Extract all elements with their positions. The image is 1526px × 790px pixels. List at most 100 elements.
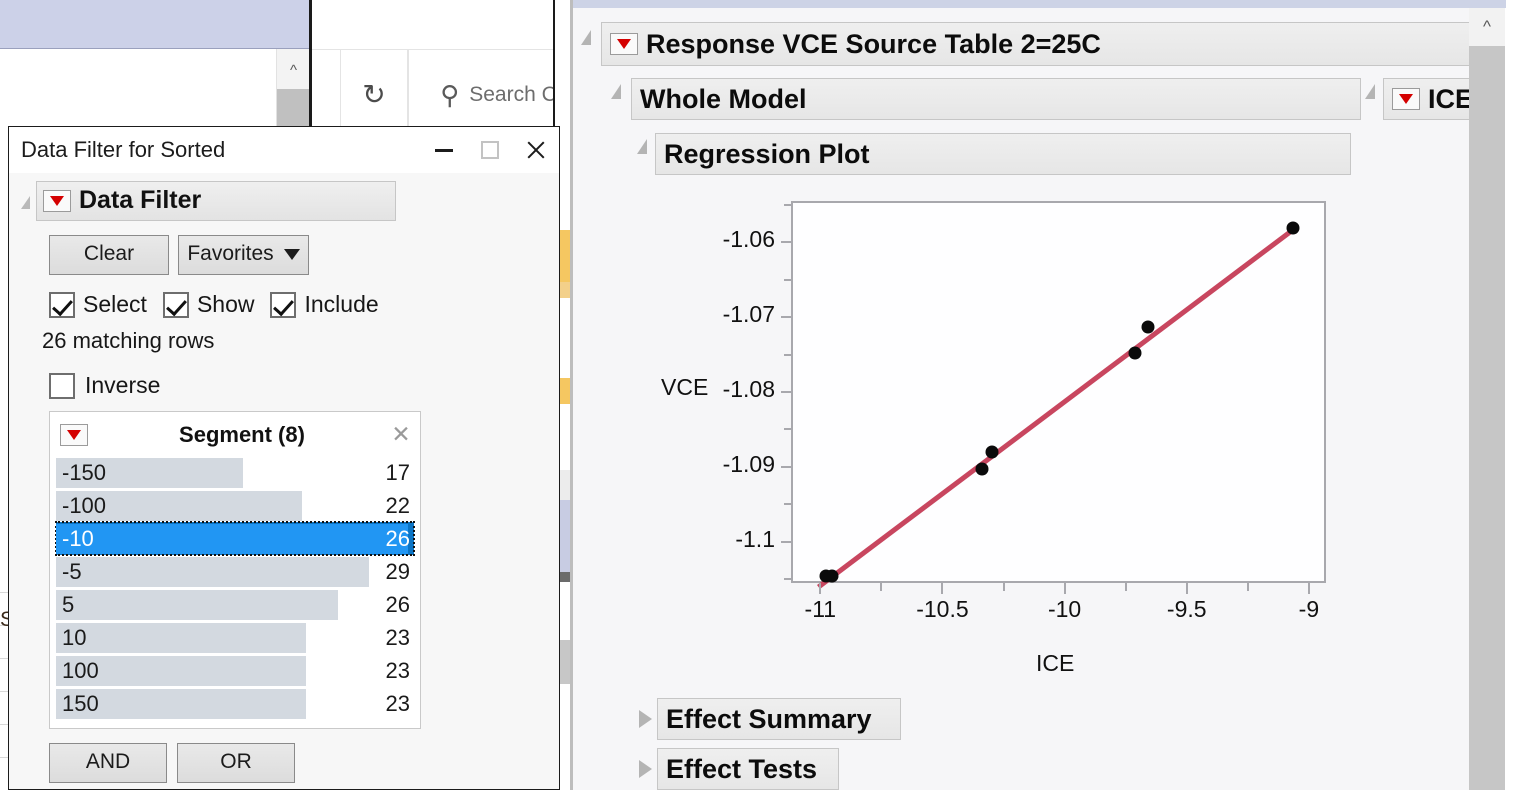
regression-fit-line <box>817 225 1298 589</box>
dialog-body: Data Filter Clear Favorites Select Show … <box>9 181 559 783</box>
data-filter-dialog: Data Filter for Sorted Data Filter <box>8 126 560 790</box>
disclosure-closed-icon[interactable] <box>639 760 652 778</box>
y-axis-minor-tick <box>784 204 791 206</box>
select-label: Select <box>83 291 147 318</box>
response-title: Response VCE Source Table 2=25C <box>646 29 1101 60</box>
regression-plot-label: Regression Plot <box>664 139 870 170</box>
segment-bar <box>56 524 408 554</box>
clear-button[interactable]: Clear <box>49 235 169 275</box>
x-axis-minor-tick <box>880 583 882 591</box>
y-axis-tick-label: -1.09 <box>723 451 775 478</box>
favorites-label: Favorites <box>187 242 273 266</box>
maximize-button[interactable] <box>467 127 513 173</box>
dialog-titlebar[interactable]: Data Filter for Sorted <box>9 127 559 173</box>
segment-list-item[interactable]: -150 17 <box>56 456 414 489</box>
and-button[interactable]: AND <box>49 743 167 783</box>
include-checkbox[interactable] <box>270 292 296 318</box>
segment-count: 26 <box>386 592 410 618</box>
inverse-checkbox[interactable] <box>49 373 75 399</box>
background-left-pane <box>0 49 276 129</box>
segment-count: 17 <box>386 460 410 486</box>
disclosure-open-icon[interactable] <box>21 196 30 209</box>
segment-value-list: -15017-10022-1026-52952610231002315023 <box>56 456 414 720</box>
data-point[interactable] <box>986 445 999 458</box>
x-axis-tick-label: -9.5 <box>1167 596 1207 623</box>
segment-value-label: -5 <box>56 559 82 585</box>
segment-count: 23 <box>386 658 410 684</box>
y-axis-tick-label: -1.07 <box>723 301 775 328</box>
y-axis-minor-tick <box>784 428 791 430</box>
show-checkbox[interactable] <box>163 292 189 318</box>
search-icon: ⚲ <box>440 82 459 108</box>
effect-summary-bar[interactable]: Effect Summary <box>657 698 901 740</box>
response-title-bar[interactable]: Response VCE Source Table 2=25C <box>601 22 1479 66</box>
segment-value-label: -150 <box>56 460 106 486</box>
data-point[interactable] <box>976 462 989 475</box>
red-triangle-menu-icon[interactable] <box>610 33 638 55</box>
background-header-bar <box>0 0 309 49</box>
data-filter-outline-row: Data Filter <box>21 181 559 221</box>
y-axis-tick-label: -1.1 <box>735 526 775 553</box>
segment-count: 23 <box>386 625 410 651</box>
x-axis-label: ICE <box>1036 650 1074 677</box>
whole-model-bar[interactable]: Whole Model <box>631 78 1361 120</box>
segment-value-label: 10 <box>56 625 86 651</box>
segment-close-icon[interactable]: ✕ <box>388 421 414 448</box>
disclosure-open-icon[interactable] <box>581 30 591 45</box>
segment-value-label: 150 <box>56 691 99 717</box>
report-top-accent <box>573 0 1506 8</box>
report-scrollbar[interactable]: ^ <box>1469 8 1505 790</box>
x-axis-tick-mark <box>1064 583 1066 594</box>
x-axis-tick-mark <box>941 583 943 594</box>
segment-count: 29 <box>386 559 410 585</box>
red-triangle-menu-icon[interactable] <box>60 424 88 446</box>
effect-tests-bar[interactable]: Effect Tests <box>657 748 839 790</box>
report-panel: Response VCE Source Table 2=25C Whole Mo… <box>572 0 1505 790</box>
close-button[interactable] <box>513 127 559 173</box>
background-top-pane <box>312 0 572 49</box>
minimize-button[interactable] <box>421 127 467 173</box>
y-axis-tick-mark <box>781 241 791 243</box>
x-axis-tick-label: -10.5 <box>916 596 968 623</box>
x-axis-tick-mark <box>1308 583 1310 594</box>
scroll-up-icon[interactable]: ^ <box>277 55 310 85</box>
segment-list-item[interactable]: -10022 <box>56 489 414 522</box>
y-axis-tick-label: -1.06 <box>723 226 775 253</box>
y-axis-minor-tick <box>784 578 791 580</box>
y-axis-tick-mark <box>781 466 791 468</box>
favorites-button[interactable]: Favorites <box>178 235 309 275</box>
y-axis-tick-mark <box>781 541 791 543</box>
segment-value-label: -10 <box>56 526 94 552</box>
segment-list-item[interactable]: -5 29 <box>56 555 414 588</box>
regression-plot-bar[interactable]: Regression Plot <box>655 133 1351 175</box>
data-filter-panel-title: Data Filter <box>79 186 201 215</box>
disclosure-open-icon[interactable] <box>611 84 621 99</box>
data-point[interactable] <box>1286 221 1299 234</box>
data-point[interactable] <box>1129 346 1142 359</box>
segment-list-item[interactable]: 10 23 <box>56 621 414 654</box>
dialog-title: Data Filter for Sorted <box>21 137 225 163</box>
data-point[interactable] <box>1142 320 1155 333</box>
segment-list-item[interactable]: 15023 <box>56 687 414 720</box>
red-triangle-menu-icon[interactable] <box>1392 88 1420 110</box>
x-axis-minor-tick <box>1125 583 1127 591</box>
segment-list-item[interactable]: -1026 <box>56 522 414 555</box>
segment-list-item[interactable]: 10023 <box>56 654 414 687</box>
data-point[interactable] <box>825 570 838 583</box>
select-checkbox[interactable] <box>49 292 75 318</box>
disclosure-open-icon[interactable] <box>637 139 647 154</box>
disclosure-closed-icon[interactable] <box>639 710 652 728</box>
y-axis-tick-mark <box>781 316 791 318</box>
maximize-icon <box>481 141 499 159</box>
whole-model-label: Whole Model <box>640 84 806 115</box>
disclosure-open-icon[interactable] <box>1365 84 1375 99</box>
search-placeholder: Search C <box>469 83 557 107</box>
red-triangle-menu-icon[interactable] <box>43 190 71 212</box>
or-button[interactable]: OR <box>177 743 295 783</box>
segment-list-item[interactable]: 526 <box>56 588 414 621</box>
inverse-row: Inverse <box>49 372 559 399</box>
inverse-label: Inverse <box>85 372 160 399</box>
scroll-up-icon[interactable]: ^ <box>1469 8 1505 46</box>
data-filter-panel-bar[interactable]: Data Filter <box>36 181 396 221</box>
x-axis-minor-tick <box>1003 583 1005 591</box>
